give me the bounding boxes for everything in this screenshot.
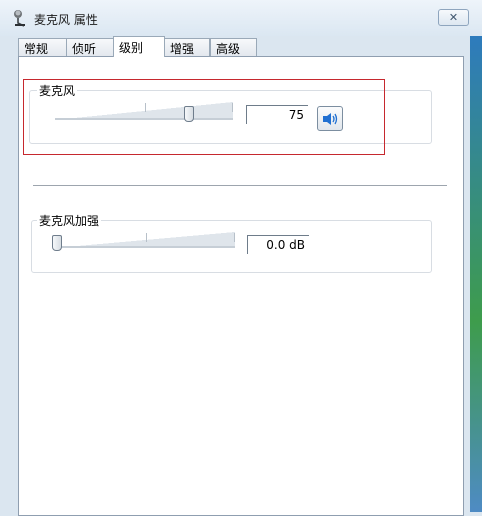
microphone-level-slider[interactable] (55, 102, 233, 120)
microphone-icon (14, 10, 25, 27)
slider-tick (232, 103, 233, 112)
tab-levels[interactable]: 级别 (113, 36, 165, 57)
mute-button[interactable] (317, 106, 343, 131)
window-title: 麦克风 属性 (34, 13, 98, 27)
close-icon: ✕ (448, 11, 459, 24)
tab-general[interactable]: 常规 (18, 38, 67, 56)
tab-label: 级别 (119, 41, 144, 55)
microphone-level-field[interactable]: 75 (246, 105, 308, 124)
tab-label: 高级 (216, 42, 241, 56)
tab-label: 常规 (24, 42, 49, 56)
boost-slider-thumb[interactable] (52, 235, 62, 251)
desktop-background (470, 36, 482, 512)
tab-advanced[interactable]: 高级 (210, 38, 257, 56)
speaker-icon (323, 112, 338, 125)
microphone-slider-thumb[interactable] (183, 106, 194, 122)
microphone-group-label: 麦克风 (37, 82, 78, 99)
close-button[interactable]: ✕ (438, 9, 469, 26)
slider-tick (234, 233, 235, 242)
slider-tick (146, 233, 147, 242)
title-bar: 麦克风 属性 ✕ (0, 0, 482, 36)
section-divider (33, 185, 447, 186)
boost-level-slider[interactable] (55, 232, 235, 248)
boost-group-label: 麦克风加强 (37, 212, 102, 229)
tab-label: 侦听 (72, 42, 97, 56)
slider-tick (145, 103, 146, 112)
tab-label: 增强 (170, 42, 195, 56)
tab-enhancements[interactable]: 增强 (164, 38, 210, 56)
tab-listen[interactable]: 侦听 (66, 38, 115, 56)
boost-level-field[interactable]: 0.0 dB (247, 235, 309, 254)
